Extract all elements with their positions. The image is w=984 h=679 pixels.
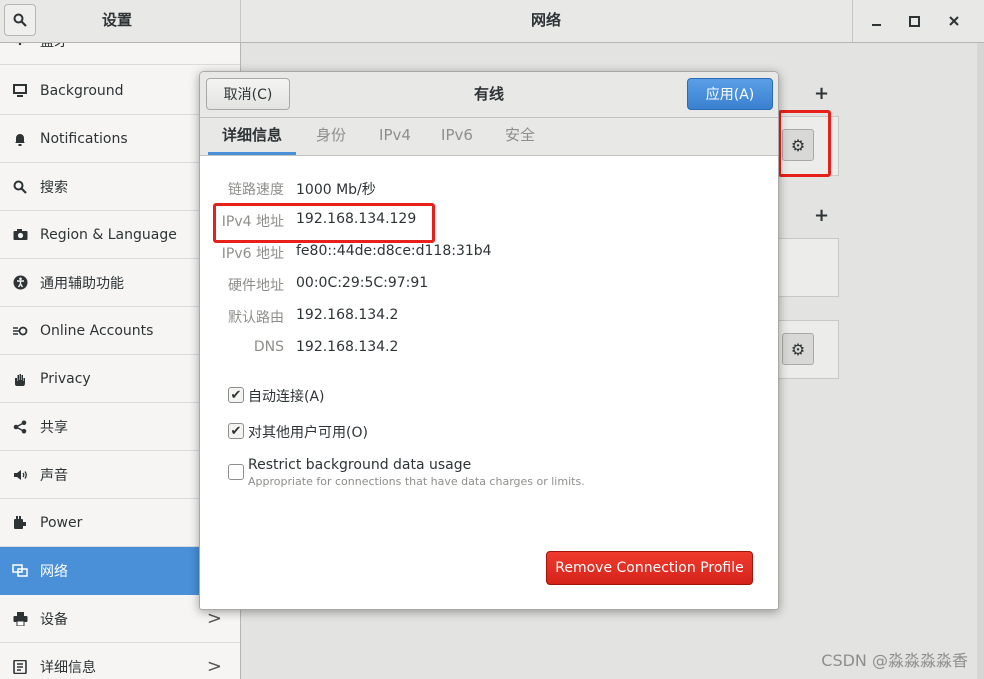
detail-key: 硬件地址: [228, 278, 284, 294]
speaker-icon: [10, 469, 30, 481]
tab-ipv6[interactable]: IPv6: [430, 118, 484, 155]
detail-row-dns: DNS 192.168.134.2: [200, 339, 778, 363]
all-users-option[interactable]: ✔ 对其他用户可用(O): [228, 422, 368, 442]
sidebar-item-label: Background: [40, 82, 124, 99]
chevron-right-icon: >: [206, 608, 222, 629]
printer-icon: [10, 611, 30, 626]
detail-value: fe80::44de:d8ce:d118:31b4: [296, 243, 492, 259]
detail-row-hardware: 硬件地址 00:0C:29:5C:97:91: [200, 275, 778, 299]
all-users-label: 对其他用户可用(O): [248, 425, 368, 441]
tab-identity[interactable]: 身份: [303, 118, 359, 155]
restrict-data-label: Restrict background data usage: [248, 457, 472, 473]
bell-icon: [10, 132, 30, 146]
sidebar-item-label: 搜索: [40, 179, 68, 196]
sidebar-item-label: 详细信息: [40, 659, 96, 676]
dialog-header: 取消(C) 有线 应用(A): [200, 72, 778, 118]
detail-row-default-route: 默认路由 192.168.134.2: [200, 307, 778, 331]
dialog-title: 有线: [473, 85, 504, 103]
close-icon: [949, 16, 959, 26]
restrict-data-option[interactable]: Restrict background data usage Appropria…: [228, 457, 585, 488]
gear-highlight-annotation: [778, 110, 831, 177]
search-icon: [10, 180, 30, 194]
search-icon: [13, 13, 27, 27]
restrict-data-checkbox[interactable]: [228, 464, 244, 480]
tab-ipv4[interactable]: IPv4: [368, 118, 422, 155]
network-icon: [10, 564, 30, 577]
page-title: 网络: [530, 11, 561, 29]
search-button[interactable]: [4, 4, 36, 36]
checkmark-icon: ✔: [230, 387, 242, 403]
info-icon: [10, 659, 30, 674]
proxy-settings-button[interactable]: ⚙: [782, 333, 814, 365]
wired-settings-dialog: 取消(C) 有线 应用(A) 详细信息 身份 IPv4 IPv6 安全 链路速度…: [199, 71, 779, 610]
sidebar-item-details[interactable]: 详细信息 >: [0, 643, 240, 679]
cancel-button[interactable]: 取消(C): [206, 78, 290, 110]
sidebar-title: 设置: [101, 11, 132, 29]
sidebar-item-label: 声音: [40, 467, 68, 484]
minimize-icon: [871, 24, 881, 26]
restrict-data-description: Appropriate for connections that have da…: [248, 475, 585, 488]
ipv4-highlight-annotation: [213, 203, 435, 243]
sidebar-item-label: 设备: [40, 611, 68, 628]
tab-details[interactable]: 详细信息: [208, 118, 296, 155]
display-icon: [10, 84, 30, 97]
all-users-checkbox[interactable]: ✔: [228, 423, 244, 439]
bluetooth-icon: ✱: [10, 43, 30, 49]
chevron-right-icon: >: [206, 656, 222, 677]
auto-connect-label: 自动连接(A): [248, 389, 325, 405]
detail-value: 192.168.134.2: [296, 339, 399, 355]
add-connection-button[interactable]: +: [814, 205, 829, 226]
add-vpn-button[interactable]: +: [814, 83, 829, 104]
watermark: CSDN @淼淼淼淼香: [821, 651, 968, 670]
power-icon: [10, 515, 30, 530]
detail-value: 192.168.134.2: [296, 307, 399, 323]
sidebar-item-label: Notifications: [40, 130, 128, 147]
sidebar-item-label: 通用辅助功能: [40, 275, 124, 292]
detail-row-link-speed: 链路速度 1000 Mb/秒: [200, 179, 778, 203]
online-accounts-icon: [10, 324, 30, 338]
sidebar-item-label: Power: [40, 514, 83, 531]
tab-security[interactable]: 安全: [492, 118, 548, 155]
scrollbar[interactable]: [977, 43, 984, 679]
close-button[interactable]: [941, 8, 967, 34]
detail-key: 链路速度: [228, 182, 284, 198]
sidebar-item-bluetooth[interactable]: ✱ 蓝牙: [0, 43, 240, 65]
detail-key: 默认路由: [228, 310, 284, 326]
dialog-tabs: 详细信息 身份 IPv4 IPv6 安全: [200, 118, 778, 156]
sidebar-item-label: Online Accounts: [40, 322, 154, 339]
header-separator-right: [852, 0, 853, 42]
gear-icon: ⚙: [790, 339, 806, 359]
detail-value: 1000 Mb/秒: [296, 182, 376, 198]
sidebar-item-label: 共享: [40, 419, 68, 436]
detail-key: DNS: [253, 339, 284, 355]
header-bar: 设置 网络: [0, 0, 984, 43]
detail-key: IPv6 地址: [221, 246, 284, 262]
sidebar-item-label: 网络: [40, 563, 68, 580]
remove-connection-button[interactable]: Remove Connection Profile: [546, 551, 753, 585]
detail-value: 00:0C:29:5C:97:91: [296, 275, 429, 291]
detail-row-ipv6: IPv6 地址 fe80::44de:d8ce:d118:31b4: [200, 243, 778, 267]
auto-connect-option[interactable]: ✔ 自动连接(A): [228, 386, 325, 406]
apply-button[interactable]: 应用(A): [687, 78, 773, 110]
accessibility-icon: [10, 275, 30, 290]
share-icon: [10, 420, 30, 434]
sidebar-item-label: Region & Language: [40, 226, 177, 243]
camera-icon: [10, 228, 30, 241]
hand-icon: [10, 372, 30, 386]
maximize-button[interactable]: [901, 8, 927, 34]
minimize-button[interactable]: [863, 8, 889, 34]
sidebar-item-label: Privacy: [40, 370, 91, 387]
checkmark-icon: ✔: [230, 423, 242, 439]
maximize-icon: [908, 15, 920, 27]
sidebar-item-label: 蓝牙: [40, 43, 68, 51]
auto-connect-checkbox[interactable]: ✔: [228, 387, 244, 403]
